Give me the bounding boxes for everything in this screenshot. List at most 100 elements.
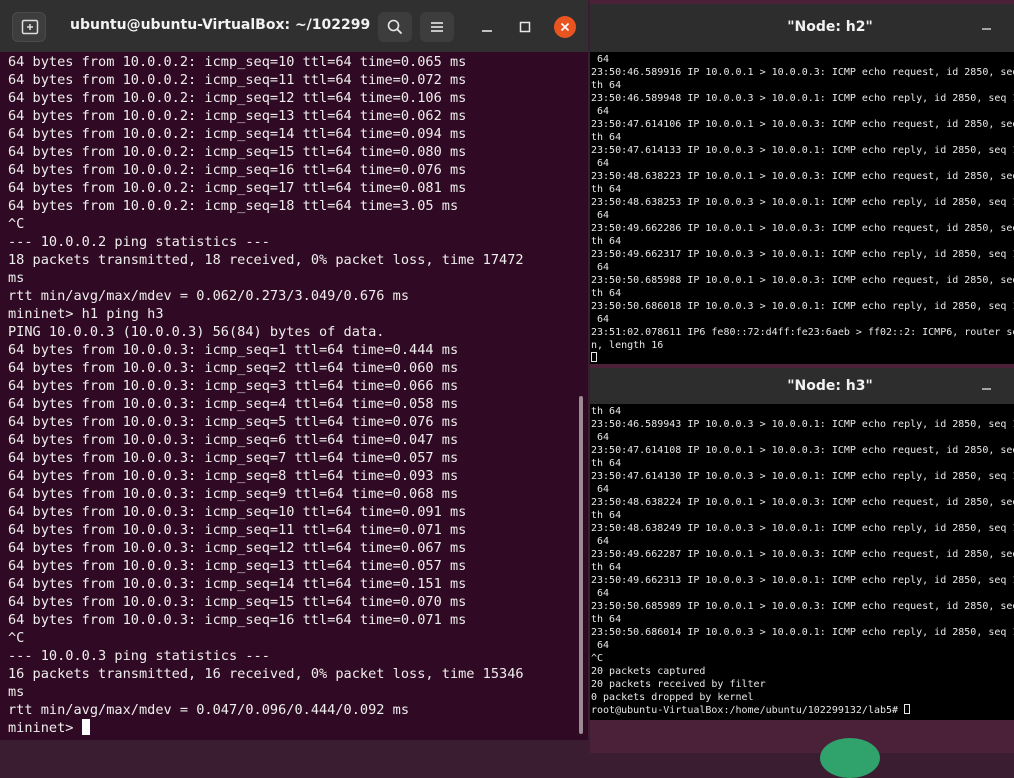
terminal-line: 64 bytes from 10.0.0.2: icmp_seq=10 ttl=…	[8, 54, 467, 70]
minimize-button[interactable]	[476, 16, 498, 38]
terminal-line: 64 bytes from 10.0.0.2: icmp_seq=11 ttl=…	[8, 72, 467, 88]
terminal-window[interactable]: ubuntu@ubuntu-VirtualBox: ~/102299... 64…	[0, 0, 588, 740]
node-h2-line: 64	[591, 210, 610, 221]
terminal-line: 64 bytes from 10.0.0.2: icmp_seq=12 ttl=…	[8, 90, 467, 106]
terminal-line: ^C	[8, 216, 25, 232]
search-button[interactable]	[378, 12, 412, 42]
text-cursor	[904, 704, 911, 714]
node-h2-line: 64	[591, 54, 610, 65]
node-h3-line: 23:50:47.614108 IP 10.0.0.1 > 10.0.0.3: …	[591, 445, 1014, 456]
node-h2-titlebar[interactable]: "Node: h2"	[590, 4, 1014, 52]
node-h2-line: th 64	[591, 184, 622, 195]
node-h3-line: 23:50:47.614130 IP 10.0.0.3 > 10.0.0.1: …	[591, 471, 1014, 482]
terminal-line: ms	[8, 684, 25, 700]
node-h3-line: th 64	[591, 562, 622, 573]
terminal-line: 64 bytes from 10.0.0.3: icmp_seq=16 ttl=…	[8, 612, 467, 628]
terminal-output[interactable]: 64 bytes from 10.0.0.2: icmp_seq=10 ttl=…	[8, 53, 580, 743]
new-tab-button[interactable]	[12, 12, 46, 42]
terminal-line: 16 packets transmitted, 16 received, 0% …	[8, 666, 524, 682]
terminal-line: 18 packets transmitted, 18 received, 0% …	[8, 252, 524, 268]
node-h3-line: th 64	[591, 458, 622, 469]
node-h3-line: 23:50:46.589943 IP 10.0.0.3 > 10.0.0.1: …	[591, 419, 1014, 430]
terminal-line: 64 bytes from 10.0.0.3: icmp_seq=1 ttl=6…	[8, 342, 459, 358]
node-h2-minimize-button[interactable]	[980, 18, 996, 34]
node-h3-minimize-button[interactable]	[980, 378, 996, 394]
terminal-line: mininet> h1 ping h3	[8, 306, 164, 322]
terminal-line: 64 bytes from 10.0.0.3: icmp_seq=12 ttl=…	[8, 540, 467, 556]
terminal-titlebar[interactable]: ubuntu@ubuntu-VirtualBox: ~/102299...	[0, 0, 588, 52]
node-h2-line: 23:50:49.662317 IP 10.0.0.3 > 10.0.0.1: …	[591, 249, 1014, 260]
node-h3-prompt: root@ubuntu-VirtualBox:/home/ubuntu/1022…	[591, 705, 905, 716]
terminal-line: 64 bytes from 10.0.0.3: icmp_seq=7 ttl=6…	[8, 450, 459, 466]
node-h2-line: 64	[591, 314, 610, 325]
node-h2-line: 23:50:49.662286 IP 10.0.0.1 > 10.0.0.3: …	[591, 223, 1014, 234]
desktop-dock-icon[interactable]	[820, 738, 880, 778]
node-h3-line: 23:50:49.662313 IP 10.0.0.3 > 10.0.0.1: …	[591, 575, 1014, 586]
node-h3-line: 20 packets received by filter	[591, 679, 766, 690]
node-h2-line: 23:50:50.685988 IP 10.0.0.1 > 10.0.0.3: …	[591, 275, 1014, 286]
node-h2-line: 23:50:47.614106 IP 10.0.0.1 > 10.0.0.3: …	[591, 119, 1014, 130]
node-h2-output[interactable]: 64 23:50:46.589916 IP 10.0.0.1 > 10.0.0.3…	[591, 53, 1014, 362]
terminal-prompt-line[interactable]: mininet>	[8, 719, 580, 737]
node-h3-line: ^C	[591, 653, 604, 664]
terminal-line: ^C	[8, 630, 25, 646]
node-h2-line: th 64	[591, 80, 622, 91]
node-h2-line: 23:50:48.638223 IP 10.0.0.1 > 10.0.0.3: …	[591, 171, 1014, 182]
terminal-line: 64 bytes from 10.0.0.2: icmp_seq=14 ttl=…	[8, 126, 467, 142]
node-h2-line: 23:51:02.078611 IP6 fe80::72:d4ff:fe23:6…	[591, 327, 1014, 338]
terminal-line: 64 bytes from 10.0.0.2: icmp_seq=16 ttl=…	[8, 162, 467, 178]
terminal-line: 64 bytes from 10.0.0.2: icmp_seq=18 ttl=…	[8, 198, 459, 214]
node-h3-line: 64	[591, 588, 610, 599]
terminal-line: 64 bytes from 10.0.0.3: icmp_seq=6 ttl=6…	[8, 432, 459, 448]
node-h2-line: n, length 16	[591, 340, 664, 351]
minimize-icon	[482, 30, 492, 32]
terminal-line: ms	[8, 270, 25, 286]
node-h2-window[interactable]: "Node: h2" 64 23:50:46.589916 IP 10.0.0.1…	[590, 4, 1014, 364]
node-h3-line: 64	[591, 484, 610, 495]
minimize-icon	[982, 388, 991, 390]
node-h3-line: th 64	[591, 510, 622, 521]
close-button[interactable]	[554, 16, 576, 38]
terminal-line: rtt min/avg/max/mdev = 0.062/0.273/3.049…	[8, 288, 410, 304]
node-h2-line: 64	[591, 106, 610, 117]
node-h2-line: 64	[591, 158, 610, 169]
terminal-line: 64 bytes from 10.0.0.3: icmp_seq=5 ttl=6…	[8, 414, 459, 430]
node-h3-line: 23:50:50.686014 IP 10.0.0.3 > 10.0.0.1: …	[591, 627, 1014, 638]
search-icon	[387, 19, 403, 35]
minimize-icon	[982, 28, 991, 30]
node-h2-line: th 64	[591, 288, 622, 299]
terminal-line: 64 bytes from 10.0.0.2: icmp_seq=13 ttl=…	[8, 108, 467, 124]
node-h3-line: 23:50:49.662287 IP 10.0.0.1 > 10.0.0.3: …	[591, 549, 1014, 560]
node-h2-cursor-line	[591, 352, 1014, 362]
node-h3-prompt-line[interactable]: root@ubuntu-VirtualBox:/home/ubuntu/1022…	[591, 704, 1014, 717]
menu-button[interactable]	[420, 12, 454, 42]
terminal-scrollbar[interactable]	[579, 396, 583, 734]
close-icon	[560, 22, 570, 32]
node-h2-line: 23:50:46.589948 IP 10.0.0.3 > 10.0.0.1: …	[591, 93, 1014, 104]
node-h3-titlebar[interactable]: "Node: h3"	[590, 368, 1014, 404]
maximize-icon	[519, 21, 531, 33]
node-h3-output[interactable]: th 64 23:50:46.589943 IP 10.0.0.3 > 10.0.…	[591, 405, 1014, 719]
terminal-line: --- 10.0.0.3 ping statistics ---	[8, 648, 270, 664]
node-h3-line: th 64	[591, 406, 622, 417]
node-h3-line: 23:50:50.685989 IP 10.0.0.1 > 10.0.0.3: …	[591, 601, 1014, 612]
maximize-button[interactable]	[514, 16, 536, 38]
terminal-line: 64 bytes from 10.0.0.3: icmp_seq=11 ttl=…	[8, 522, 467, 538]
node-h3-window[interactable]: "Node: h3" th 64 23:50:46.589943 IP 10.0.…	[590, 368, 1014, 720]
node-h3-line: 23:50:48.638249 IP 10.0.0.3 > 10.0.0.1: …	[591, 523, 1014, 534]
terminal-line: 64 bytes from 10.0.0.3: icmp_seq=13 ttl=…	[8, 558, 467, 574]
terminal-line: rtt min/avg/max/mdev = 0.047/0.096/0.444…	[8, 702, 410, 718]
text-cursor	[591, 352, 597, 362]
node-h2-title: "Node: h2"	[787, 19, 873, 35]
terminal-line: 64 bytes from 10.0.0.3: icmp_seq=4 ttl=6…	[8, 396, 459, 412]
terminal-line: 64 bytes from 10.0.0.3: icmp_seq=3 ttl=6…	[8, 378, 459, 394]
node-h2-line: th 64	[591, 236, 622, 247]
terminal-line: PING 10.0.0.3 (10.0.0.3) 56(84) bytes of…	[8, 324, 385, 340]
terminal-line: 64 bytes from 10.0.0.3: icmp_seq=15 ttl=…	[8, 594, 467, 610]
terminal-line: 64 bytes from 10.0.0.3: icmp_seq=10 ttl=…	[8, 504, 467, 520]
terminal-line: 64 bytes from 10.0.0.2: icmp_seq=17 ttl=…	[8, 180, 467, 196]
node-h3-line: 20 packets captured	[591, 666, 706, 677]
terminal-line: 64 bytes from 10.0.0.3: icmp_seq=8 ttl=6…	[8, 468, 459, 484]
terminal-line: 64 bytes from 10.0.0.3: icmp_seq=14 ttl=…	[8, 576, 467, 592]
node-h3-line: 64	[591, 536, 610, 547]
